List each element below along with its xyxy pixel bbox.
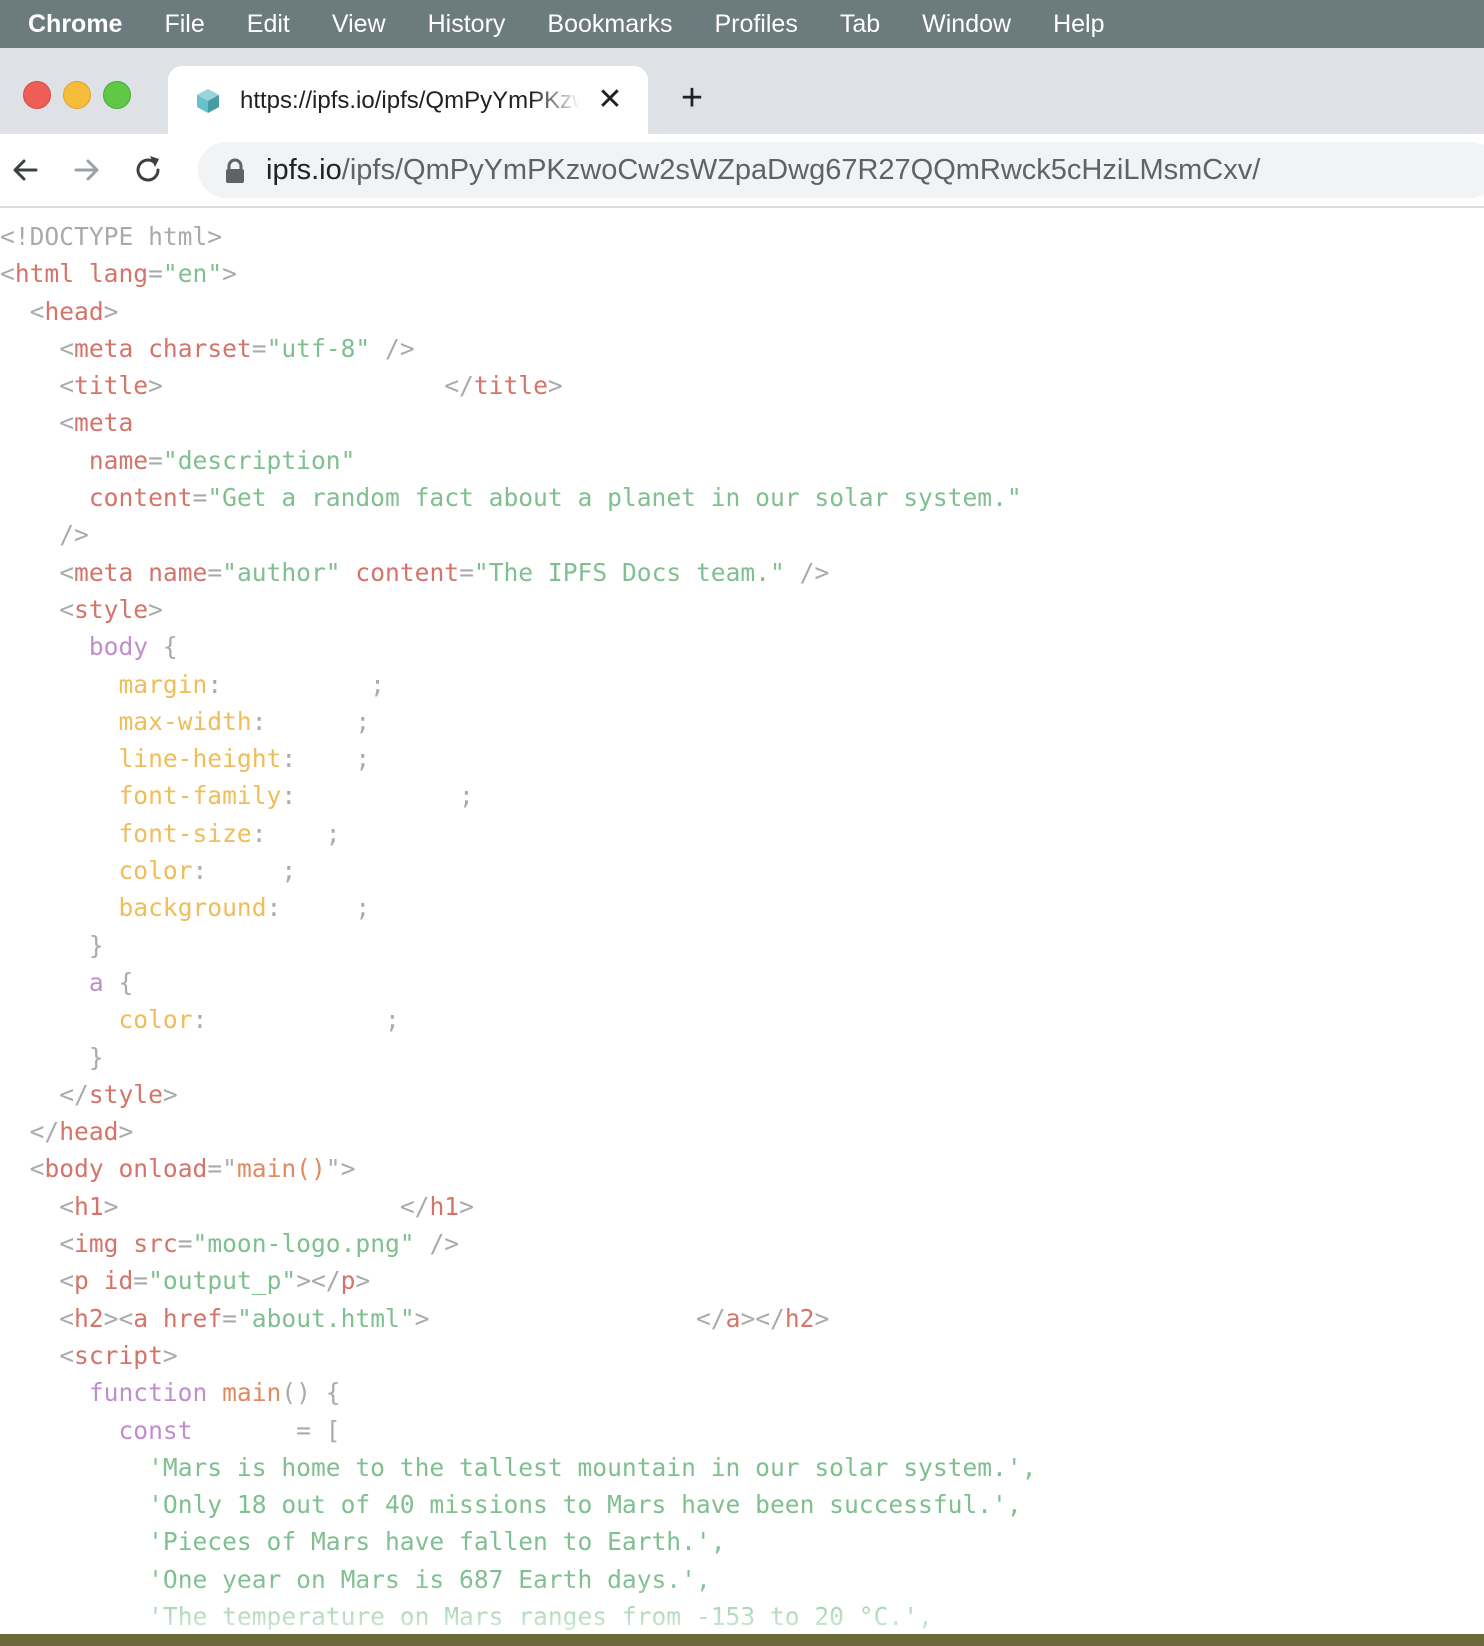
source-code: <!DOCTYPE html> <html lang="en"> <head> <…	[0, 208, 1484, 1635]
function-keyword: function	[88, 1378, 208, 1408]
menu-window[interactable]: Window	[922, 0, 1011, 48]
desktop-edge	[0, 1634, 1484, 1646]
fact-string: 'Pieces of Mars have fallen to Earth.',	[148, 1527, 726, 1557]
author-name-value: "author"	[222, 557, 341, 587]
img-src-value: "moon-logo.png"	[192, 1229, 415, 1259]
url-host: ipfs.io	[266, 154, 342, 186]
code-line: </style>	[59, 1079, 178, 1109]
menu-history[interactable]: History	[428, 0, 506, 48]
code-line: max-width: ;	[118, 706, 371, 736]
code-line: <meta charset="utf-8" />	[59, 333, 415, 363]
window-minimize-button[interactable]	[63, 81, 91, 109]
css-body-selector: body	[88, 632, 149, 662]
code-line: background: ;	[118, 893, 371, 923]
menu-help[interactable]: Help	[1053, 0, 1104, 48]
code-line: <title> </title>	[59, 371, 563, 401]
css-prop: line-height	[118, 744, 282, 774]
close-icon[interactable]: ✕	[594, 84, 626, 116]
css-a-selector: a	[88, 967, 104, 997]
code-line: font-size: ;	[118, 818, 341, 848]
code-line: const = [	[118, 1415, 341, 1445]
meta-content-value: "Get a random fact about a planet in our…	[207, 483, 1022, 513]
fact-string: 'Mars is home to the tallest mountain in…	[148, 1452, 1037, 1482]
page-source-view: <!DOCTYPE html> <html lang="en"> <head> <…	[0, 208, 1484, 1646]
menu-edit[interactable]: Edit	[247, 0, 290, 48]
fact-string: 'The temperature on Mars ranges from -15…	[148, 1601, 933, 1631]
code-line: <meta name="author" content="The IPFS Do…	[59, 557, 830, 587]
p-id-value: "output_p"	[148, 1266, 297, 1296]
a-href-value: "about.html"	[236, 1303, 415, 1333]
code-line: <html lang="en">	[0, 259, 237, 289]
css-prop: color	[118, 856, 193, 886]
code-line: <h1> </h1>	[59, 1191, 474, 1221]
css-prop: background	[118, 893, 267, 923]
menu-profiles[interactable]: Profiles	[714, 0, 797, 48]
code-line: />	[59, 520, 89, 550]
back-arrow-icon[interactable]	[6, 150, 46, 190]
function-name: main	[222, 1378, 282, 1408]
code-line: 'Mars is home to the tallest mountain in…	[0, 1449, 1484, 1486]
forward-arrow-icon[interactable]	[66, 150, 106, 190]
code-line: <p id="output_p"></p>	[59, 1266, 371, 1296]
lock-icon[interactable]	[224, 158, 246, 184]
meta-name-value: "description"	[162, 445, 356, 475]
url-path: /ipfs/QmPyYmPKzwoCw2sWZpaDwg67R27QQmRwck…	[341, 154, 1261, 186]
code-line: color: ;	[118, 856, 297, 886]
menu-file[interactable]: File	[164, 0, 204, 48]
doctype: <!DOCTYPE html>	[0, 222, 223, 251]
code-line: margin: ;	[118, 669, 385, 699]
code-line: 'One year on Mars is 687 Earth days.',	[0, 1561, 1484, 1598]
charset-value: "utf-8"	[266, 333, 371, 363]
css-prop: font-family	[118, 781, 282, 811]
window-close-button[interactable]	[23, 81, 51, 109]
code-line: name="description"	[88, 445, 356, 475]
code-line: 'Only 18 out of 40 missions to Mars have…	[0, 1486, 1484, 1523]
window-zoom-button[interactable]	[103, 81, 131, 109]
fact-string: 'Only 18 out of 40 missions to Mars have…	[148, 1490, 1022, 1520]
author-content-value: "The IPFS Docs team."	[473, 557, 785, 587]
code-line: }	[88, 930, 104, 960]
menu-view[interactable]: View	[332, 0, 386, 48]
code-line: line-height: ;	[118, 744, 371, 774]
css-prop: font-size	[118, 818, 252, 848]
url-text[interactable]: ipfs.io/ipfs/QmPyYmPKzwoCw2sWZpaDwg67R27…	[266, 150, 1260, 190]
macos-menu-bar: Chrome File Edit View History Bookmarks …	[0, 0, 1484, 48]
menu-chrome[interactable]: Chrome	[28, 0, 122, 48]
css-prop: margin	[118, 669, 208, 699]
onload-value: main()	[236, 1154, 326, 1184]
code-line: font-family: ;	[118, 781, 474, 811]
code-line: }	[88, 1042, 104, 1072]
code-line: body {	[88, 632, 178, 662]
code-line: content="Get a random fact about a plane…	[88, 483, 1022, 513]
html-lang-value: "en"	[162, 259, 223, 289]
code-line: <style>	[59, 594, 163, 624]
css-prop: max-width	[118, 706, 252, 736]
code-line: 'The temperature on Mars ranges from -15…	[0, 1598, 1484, 1635]
code-line: <head>	[29, 296, 119, 326]
code-line: function main() {	[88, 1378, 341, 1408]
ipfs-cube-icon	[197, 89, 219, 113]
new-tab-plus-icon[interactable]: +	[674, 79, 710, 117]
code-line: </head>	[29, 1117, 134, 1147]
code-line: <meta	[59, 408, 134, 438]
menu-tab[interactable]: Tab	[840, 0, 880, 48]
code-line: a {	[88, 967, 134, 997]
const-keyword: const	[118, 1415, 193, 1445]
code-line: <img src="moon-logo.png" />	[59, 1229, 460, 1259]
css-prop: color	[118, 1005, 193, 1035]
fact-string: 'One year on Mars is 687 Earth days.',	[148, 1564, 711, 1594]
code-line: color: ;	[118, 1005, 400, 1035]
browser-tab-active[interactable]: https://ipfs.io/ipfs/QmPyYmPKzwoCw2sWZpa…	[168, 66, 648, 134]
reload-icon[interactable]	[128, 150, 168, 190]
code-line: 'Pieces of Mars have fallen to Earth.',	[0, 1523, 1484, 1560]
code-line: <script>	[59, 1340, 178, 1370]
code-line: <!DOCTYPE html>	[0, 218, 1484, 255]
menu-bookmarks[interactable]: Bookmarks	[547, 0, 672, 48]
code-line: <body onload="main()">	[29, 1154, 356, 1184]
code-line: <h2><a href="about.html"> </a></h2>	[59, 1303, 830, 1333]
tab-title: https://ipfs.io/ipfs/QmPyYmPKzwoCw2sWZpa…	[240, 87, 580, 114]
